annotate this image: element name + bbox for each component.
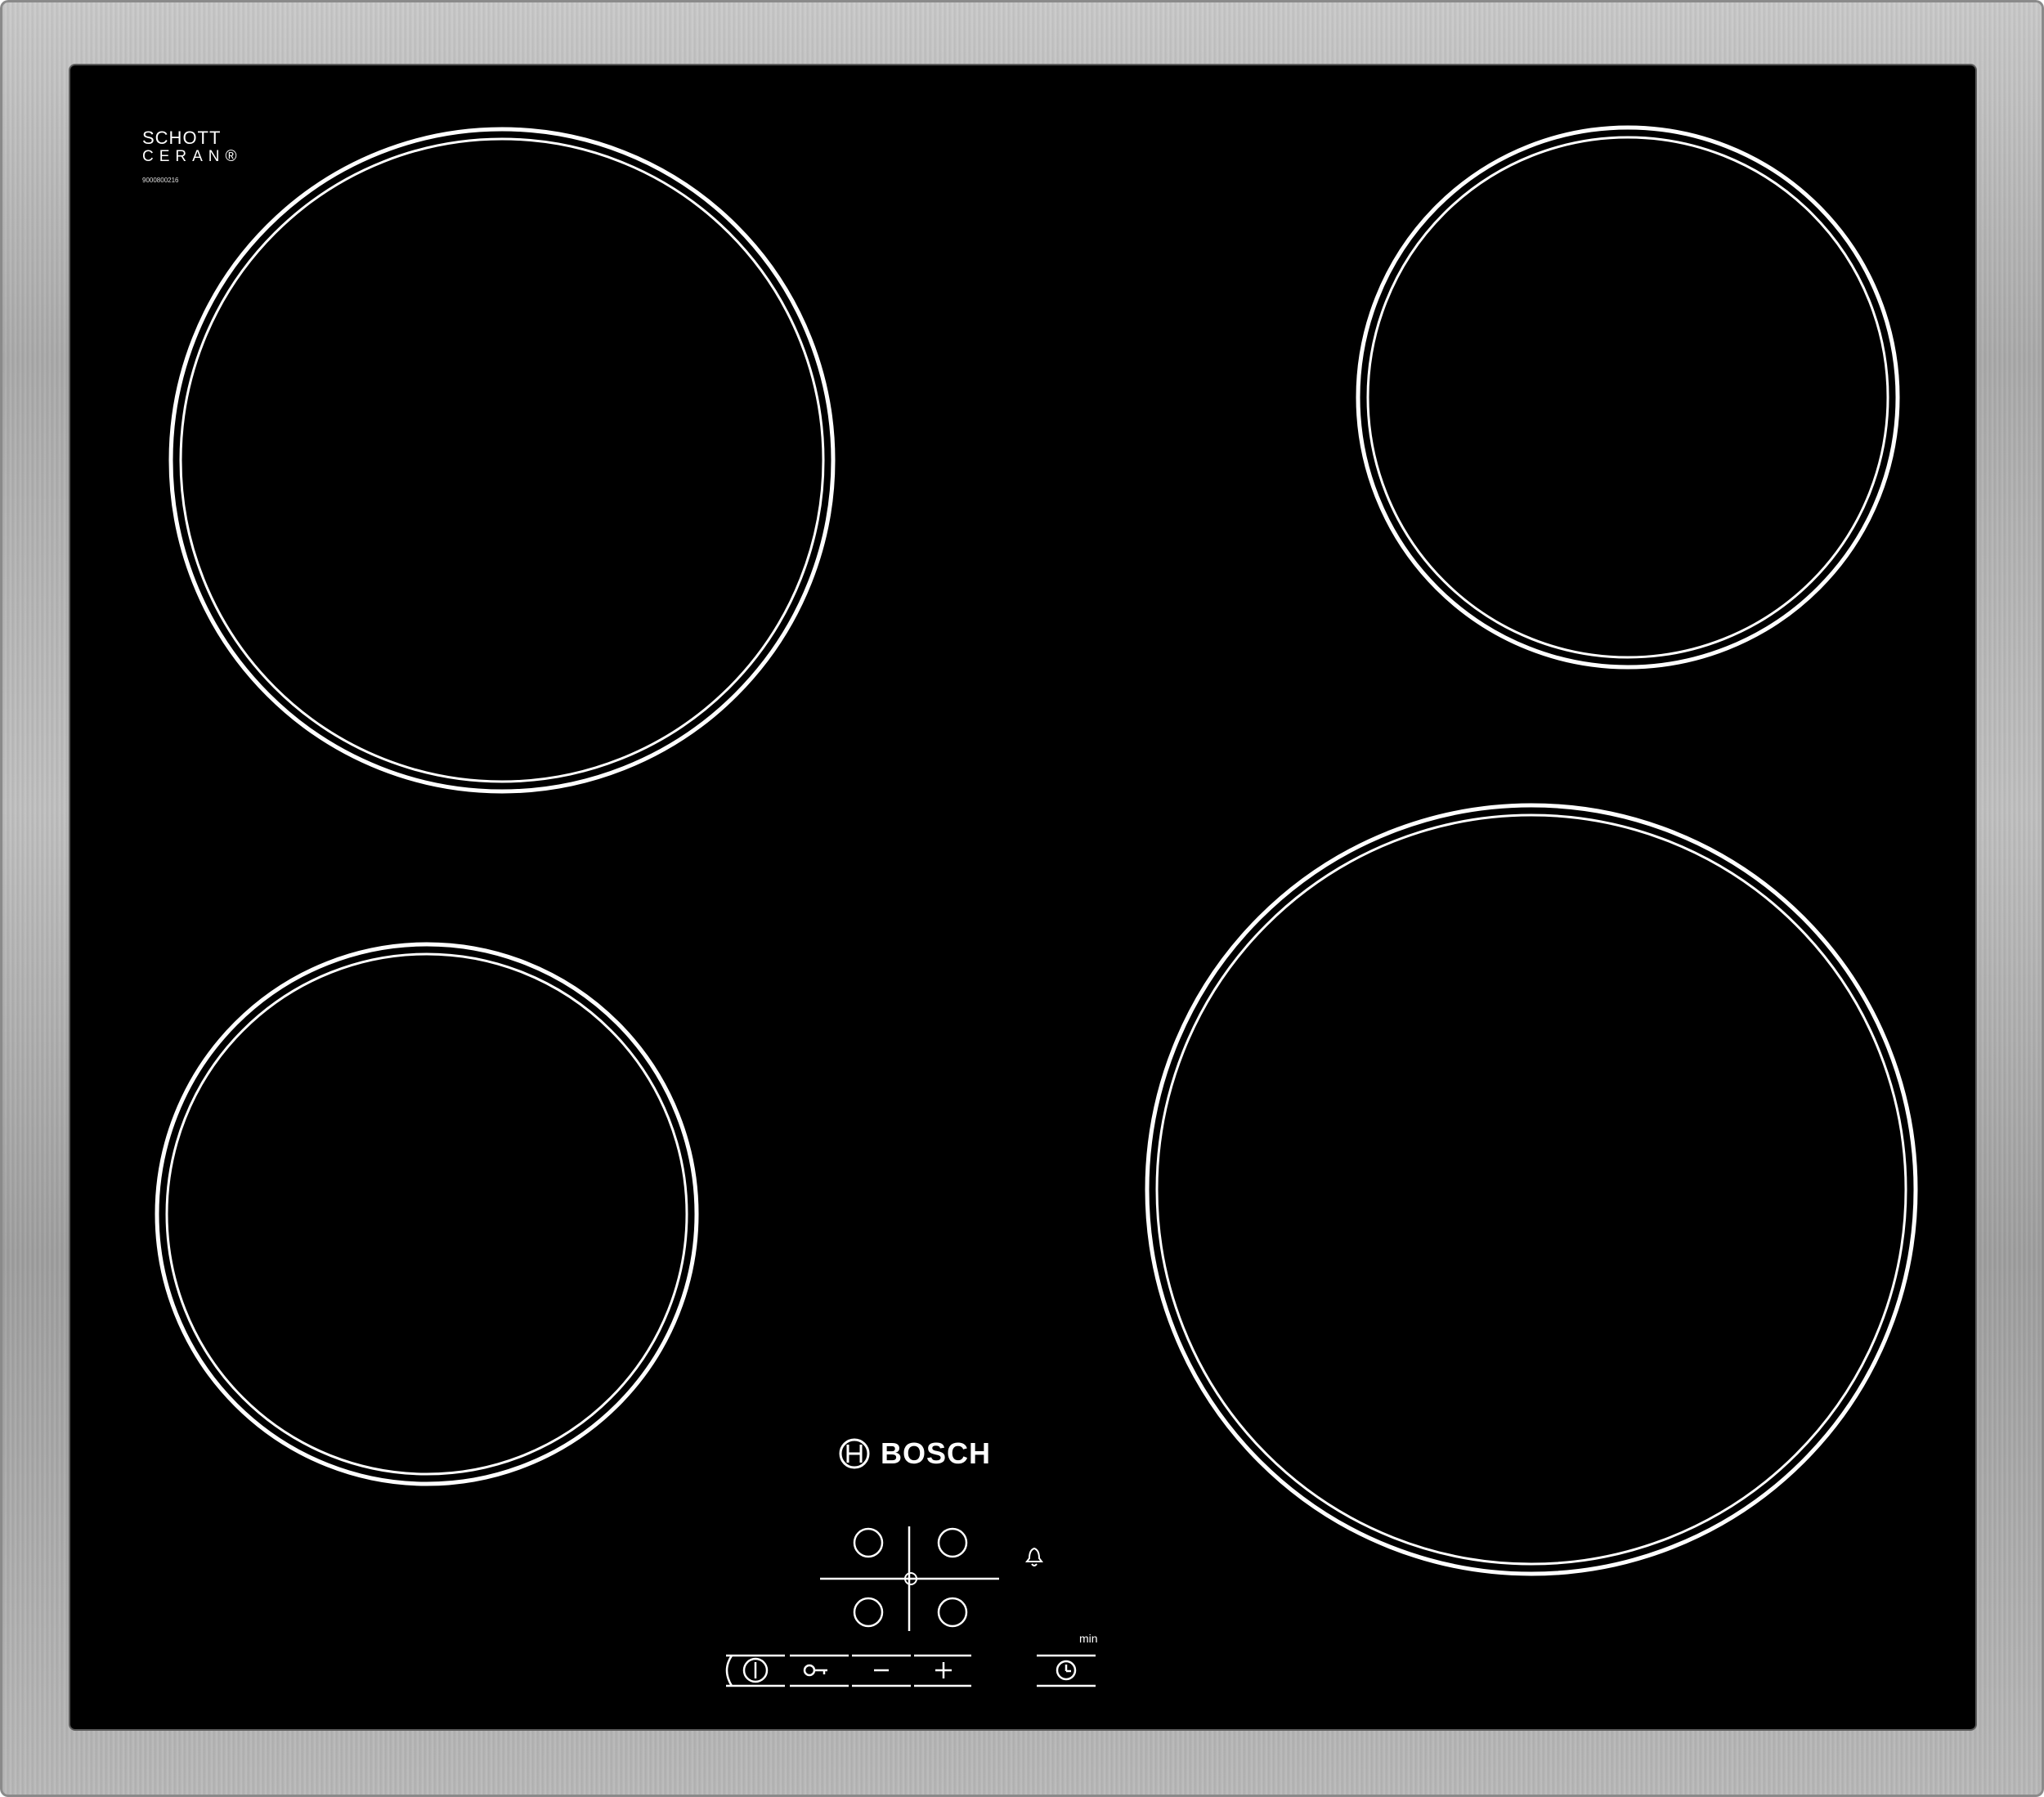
zone-select-bottom-left-button[interactable] xyxy=(853,1597,884,1628)
brand-name: BOSCH xyxy=(881,1436,992,1470)
child-lock-button[interactable] xyxy=(790,1654,849,1687)
zone-select-bottom-right-button[interactable] xyxy=(937,1597,968,1628)
timer-clock-icon xyxy=(1056,1660,1077,1681)
zone-selector-icon[interactable] xyxy=(820,1526,999,1631)
timer-button[interactable] xyxy=(1037,1654,1096,1687)
timer-unit-label: min xyxy=(1079,1632,1098,1645)
cooking-zone-bottom-left xyxy=(155,942,699,1486)
zone-select-top-right-button[interactable] xyxy=(937,1527,968,1558)
child-lock-key-icon xyxy=(803,1664,827,1677)
plus-icon xyxy=(935,1662,952,1678)
cooking-zone-bottom-right xyxy=(1145,803,1918,1576)
bosch-armature-icon xyxy=(839,1438,870,1469)
cooking-zones-layer xyxy=(155,125,1918,1687)
zone-select-top-left-button[interactable] xyxy=(853,1527,884,1558)
power-button[interactable] xyxy=(725,1654,785,1687)
brand-logo: BOSCH xyxy=(838,1432,991,1475)
alarm-bell-icon xyxy=(1025,1547,1043,1566)
minus-button[interactable] xyxy=(852,1654,911,1687)
plus-button[interactable] xyxy=(914,1654,971,1687)
cooking-zone-top-right xyxy=(1356,125,1900,670)
cooking-zone-top-left xyxy=(168,127,836,794)
